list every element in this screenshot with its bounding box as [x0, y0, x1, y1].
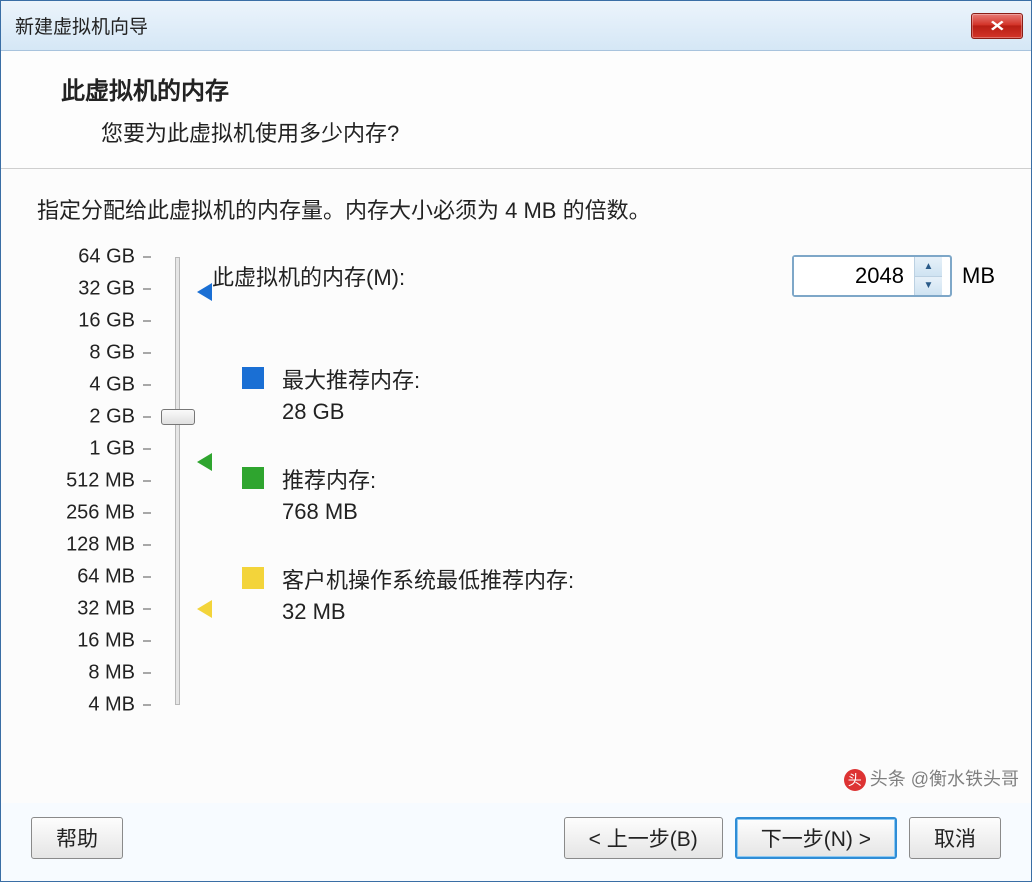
slider-track-col: [147, 257, 207, 705]
tick-label: 64 GB: [78, 246, 135, 269]
close-icon: ✕: [989, 17, 1005, 35]
tick-label: 64 MB: [77, 566, 135, 589]
tick-label: 2 GB: [89, 406, 135, 429]
page-subtitle: 您要为此虚拟机使用多少内存?: [101, 116, 991, 148]
legend-rec-value: 768 MB: [282, 499, 376, 525]
tick-label: 512 MB: [66, 470, 135, 493]
square-icon-max: [242, 367, 264, 389]
tick-label: 32 GB: [78, 278, 135, 301]
memory-unit-label: MB: [962, 263, 995, 289]
wizard-header: 此虚拟机的内存 您要为此虚拟机使用多少内存?: [1, 51, 1031, 168]
back-button[interactable]: < 上一步(B): [564, 817, 723, 859]
watermark-text: 头条 @衡水铁头哥: [870, 769, 1019, 789]
spinner-up-button[interactable]: ▲: [915, 257, 942, 276]
slider-track[interactable]: [175, 257, 180, 705]
memory-input-row: 此虚拟机的内存(M): ▲ ▼ MB: [212, 255, 995, 297]
memory-spinner-group: ▲ ▼ MB: [792, 255, 995, 297]
legend-max-value: 28 GB: [282, 399, 420, 425]
help-button[interactable]: 帮助: [31, 817, 123, 859]
titlebar: 新建虚拟机向导 ✕: [1, 1, 1031, 51]
watermark: 头头条 @衡水铁头哥: [844, 765, 1019, 791]
tick-label: 16 MB: [77, 630, 135, 653]
wizard-body: 指定分配给此虚拟机的内存量。内存大小必须为 4 MB 的倍数。 64 GB 32 …: [1, 169, 1031, 803]
tick-label: 8 MB: [88, 662, 135, 685]
wizard-footer: 帮助 < 上一步(B) 下一步(N) > 取消: [1, 803, 1031, 881]
spinner-buttons: ▲ ▼: [914, 257, 942, 295]
legend-min-label: 客户机操作系统最低推荐内存:: [282, 563, 574, 595]
watermark-icon: 头: [844, 769, 866, 791]
marker-arrow-max: [197, 283, 212, 301]
chevron-up-icon: ▲: [924, 261, 934, 272]
window-title: 新建虚拟机向导: [15, 12, 148, 39]
tick-label: 128 MB: [66, 534, 135, 557]
square-icon-rec: [242, 467, 264, 489]
tick-label: 1 GB: [89, 438, 135, 461]
memory-input[interactable]: [794, 257, 914, 295]
memory-info-column: 此虚拟机的内存(M): ▲ ▼ MB: [212, 255, 995, 297]
close-button[interactable]: ✕: [971, 13, 1023, 39]
slider-tick-labels: 64 GB32 GB16 GB8 GB4 GB2 GB1 GB512 MB256…: [37, 257, 147, 705]
wizard-window: 新建虚拟机向导 ✕ 此虚拟机的内存 您要为此虚拟机使用多少内存? 指定分配给此虚…: [0, 0, 1032, 882]
legend-recommended: 推荐内存: 768 MB: [242, 463, 376, 525]
chevron-down-icon: ▼: [924, 280, 934, 291]
legend-max: 最大推荐内存: 28 GB: [242, 363, 420, 425]
cancel-button[interactable]: 取消: [909, 817, 1001, 859]
next-button[interactable]: 下一步(N) >: [735, 817, 897, 859]
marker-arrow-min: [197, 600, 212, 618]
spinner-down-button[interactable]: ▼: [915, 276, 942, 296]
tick-label: 4 GB: [89, 374, 135, 397]
marker-arrow-rec: [197, 453, 212, 471]
page-title: 此虚拟机的内存: [61, 71, 991, 106]
tick-label: 4 MB: [88, 694, 135, 717]
tick-label: 32 MB: [77, 598, 135, 621]
tick-label: 256 MB: [66, 502, 135, 525]
square-icon-min: [242, 567, 264, 589]
slider-thumb[interactable]: [161, 409, 195, 425]
legend-minimum: 客户机操作系统最低推荐内存: 32 MB: [242, 563, 574, 625]
memory-config-row: 64 GB32 GB16 GB8 GB4 GB2 GB1 GB512 MB256…: [37, 255, 995, 705]
legend-rec-label: 推荐内存:: [282, 463, 376, 495]
tick-label: 8 GB: [89, 342, 135, 365]
memory-slider-group: 64 GB32 GB16 GB8 GB4 GB2 GB1 GB512 MB256…: [37, 255, 212, 705]
legend-min-value: 32 MB: [282, 599, 574, 625]
legend-max-label: 最大推荐内存:: [282, 363, 420, 395]
tick-label: 16 GB: [78, 310, 135, 333]
memory-spinner: ▲ ▼: [792, 255, 952, 297]
memory-field-label: 此虚拟机的内存(M):: [212, 260, 405, 292]
instruction-text: 指定分配给此虚拟机的内存量。内存大小必须为 4 MB 的倍数。: [37, 193, 995, 225]
